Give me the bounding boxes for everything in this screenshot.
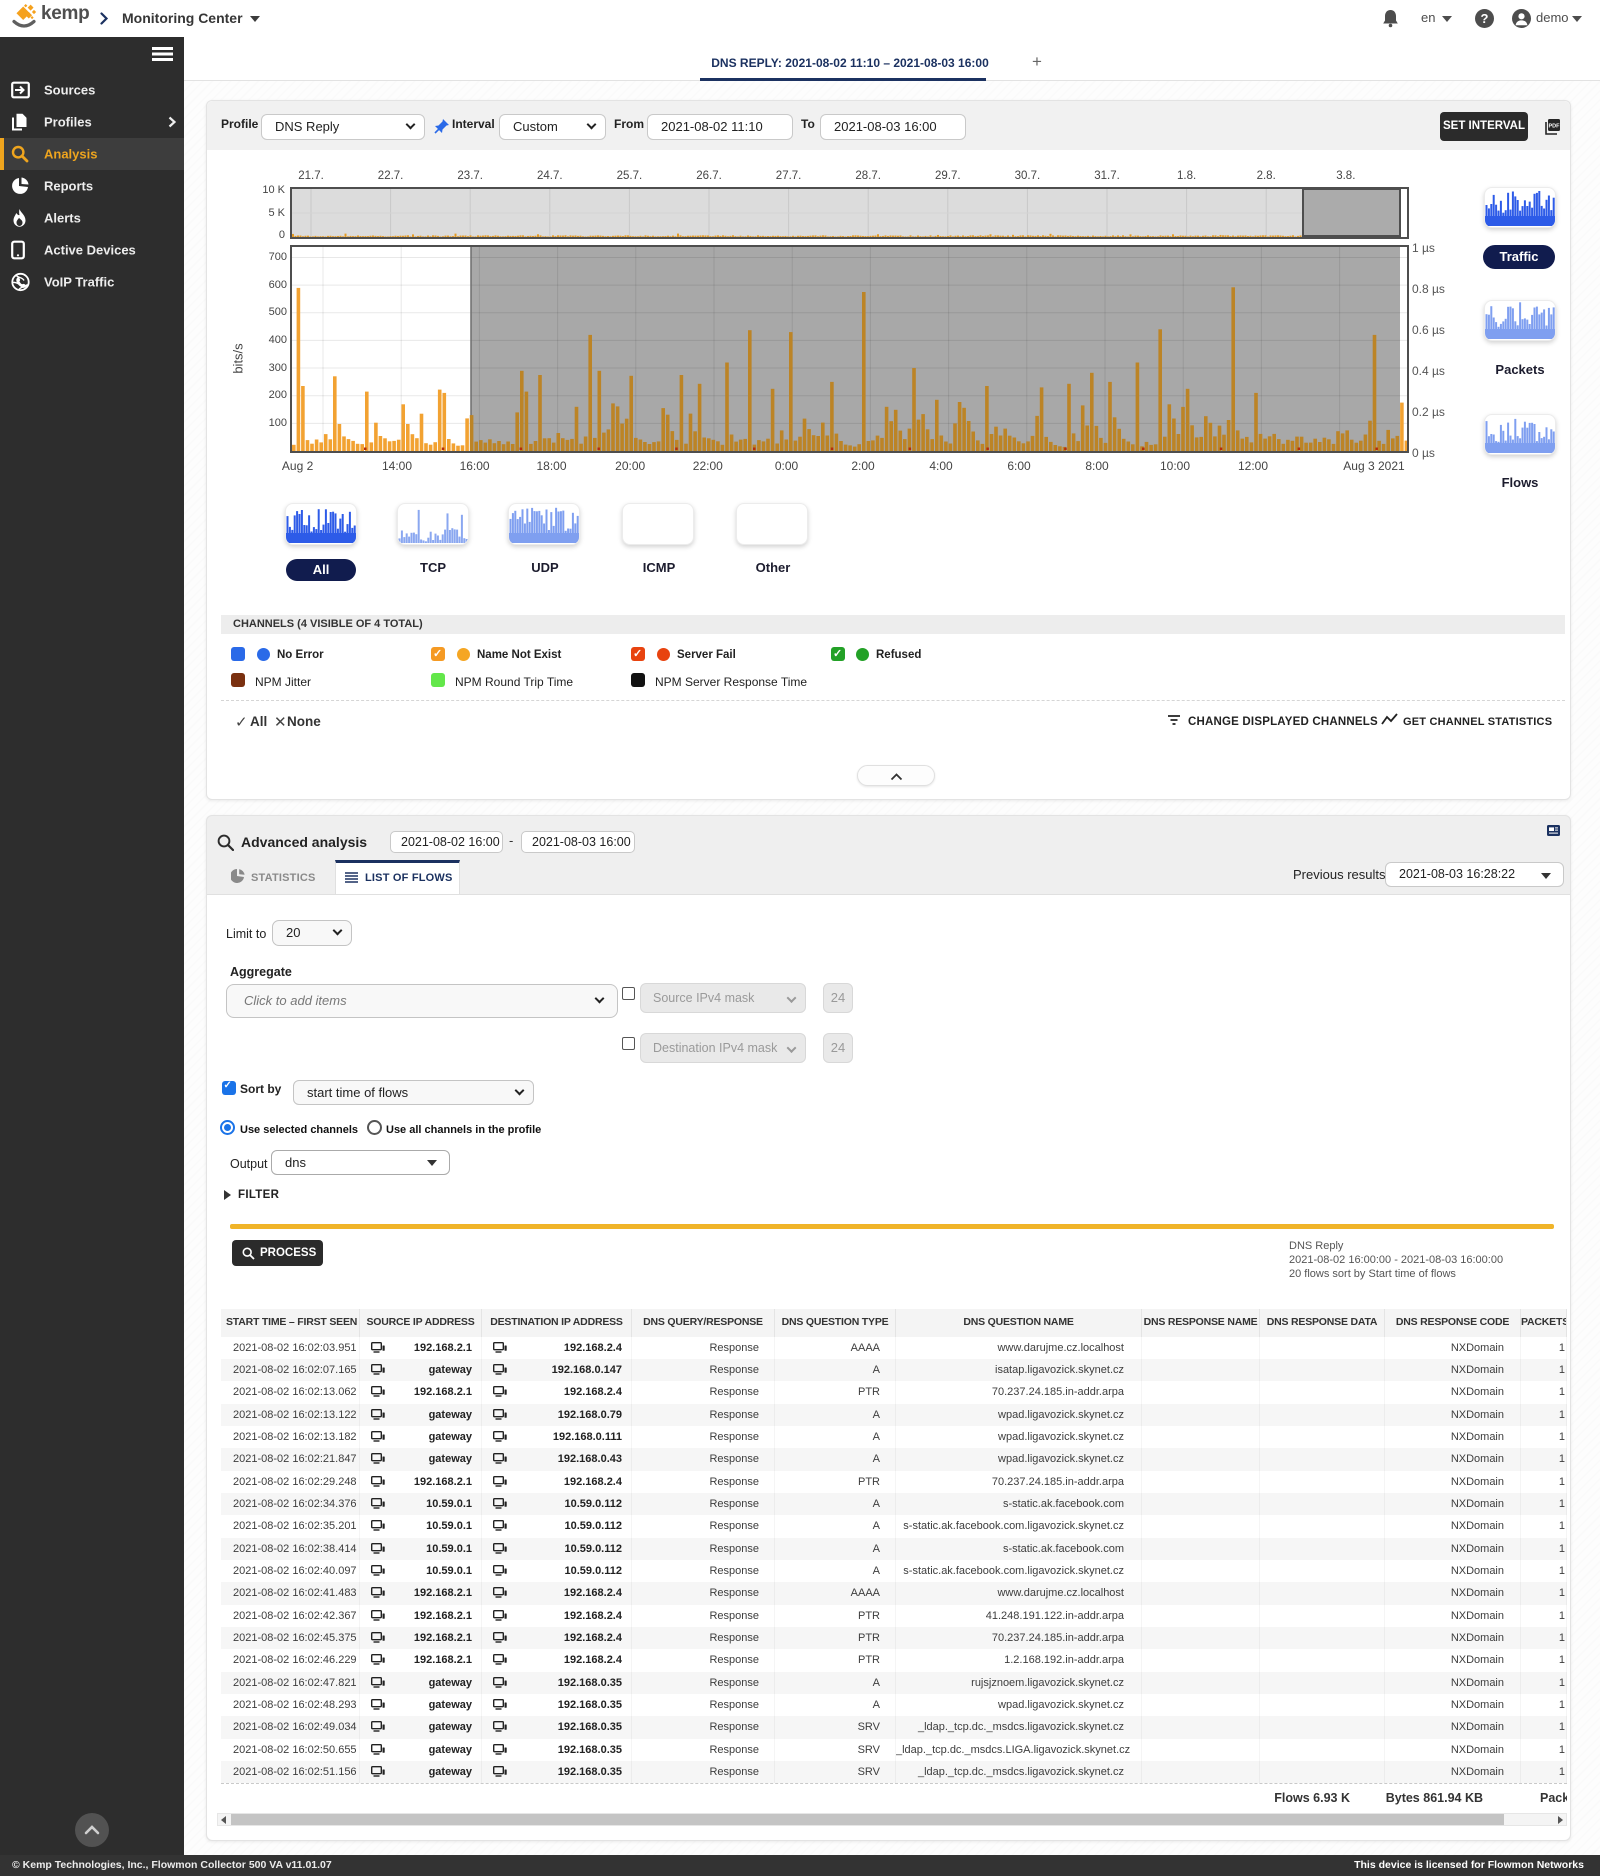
svg-text:?: ? bbox=[1481, 11, 1489, 26]
svg-text:PDF: PDF bbox=[1549, 124, 1561, 130]
